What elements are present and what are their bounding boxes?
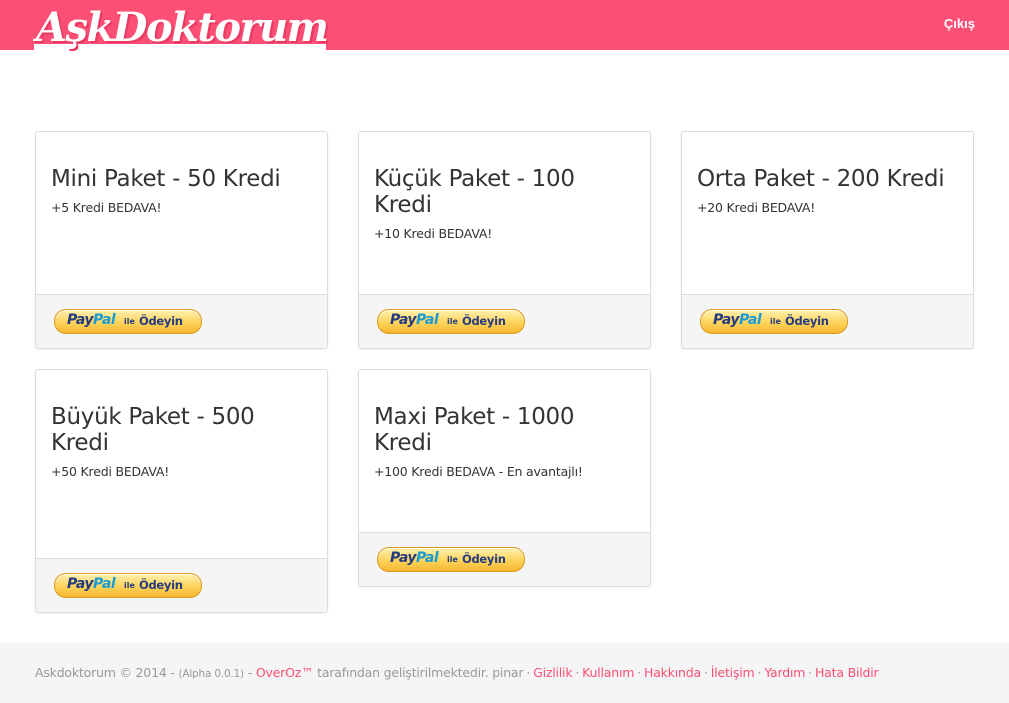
- card-footer: PayPal ile Ödeyin: [359, 532, 650, 586]
- paypal-pay-button[interactable]: PayPal ile Ödeyin: [377, 547, 525, 572]
- paypal-logo-pal: Pal: [93, 576, 116, 592]
- package-bonus: +20 Kredi BEDAVA!: [697, 200, 816, 215]
- footer-separator: ·: [575, 665, 580, 680]
- card-body: Büyük Paket - 500 Kredi +50 Kredi BEDAVA…: [36, 370, 327, 479]
- paypal-logo-pay: Pay: [67, 576, 94, 592]
- logout-link[interactable]: Çıkış: [944, 16, 975, 31]
- paypal-action-text: Ödeyin: [785, 314, 829, 328]
- package-title: Maxi Paket - 1000 Kredi: [374, 404, 575, 456]
- package-card-maxi: Maxi Paket - 1000 Kredi +100 Kredi BEDAV…: [358, 369, 651, 587]
- footer-separator: ·: [637, 665, 642, 680]
- paypal-logo: PayPal: [67, 576, 116, 592]
- paypal-ile-text: ile: [447, 555, 458, 564]
- footer-separator: ·: [526, 665, 531, 680]
- card-body: Mini Paket - 50 Kredi +5 Kredi BEDAVA!: [36, 132, 327, 215]
- top-navbar: AşkDoktorum Çıkış: [0, 0, 1009, 54]
- package-title: Küçük Paket - 100 Kredi: [374, 166, 575, 218]
- paypal-action-text: Ödeyin: [139, 314, 183, 328]
- card-footer: PayPal ile Ödeyin: [359, 294, 650, 348]
- package-bonus: +50 Kredi BEDAVA!: [51, 464, 170, 479]
- paypal-pay-button[interactable]: PayPal ile Ödeyin: [700, 309, 848, 334]
- paypal-logo-pay: Pay: [67, 312, 94, 328]
- footer-separator: ·: [757, 665, 762, 680]
- package-card-kucuk: Küçük Paket - 100 Kredi +10 Kredi BEDAVA…: [358, 131, 651, 349]
- package-bonus: +5 Kredi BEDAVA!: [51, 200, 162, 215]
- card-footer: PayPal ile Ödeyin: [682, 294, 973, 348]
- paypal-logo: PayPal: [390, 550, 439, 566]
- card-body: Orta Paket - 200 Kredi +20 Kredi BEDAVA!: [682, 132, 973, 215]
- package-title: Mini Paket - 50 Kredi: [51, 166, 281, 192]
- footer-link-about[interactable]: Hakkında: [644, 665, 701, 680]
- paypal-action-text: Ödeyin: [139, 578, 183, 592]
- footer-developer-link[interactable]: OverOz™: [256, 665, 314, 680]
- paypal-ile-text: ile: [124, 317, 135, 326]
- paypal-pay-button[interactable]: PayPal ile Ödeyin: [377, 309, 525, 334]
- footer-link-help[interactable]: Yardım: [764, 665, 805, 680]
- paypal-action-text: Ödeyin: [462, 314, 506, 328]
- paypal-logo: PayPal: [390, 312, 439, 328]
- paypal-pay-button[interactable]: PayPal ile Ödeyin: [54, 573, 202, 598]
- footer-dash: -: [243, 665, 256, 680]
- paypal-ile-text: ile: [770, 317, 781, 326]
- paypal-logo-pal: Pal: [416, 312, 439, 328]
- package-card-buyuk: Büyük Paket - 500 Kredi +50 Kredi BEDAVA…: [35, 369, 328, 613]
- footer-link-contact[interactable]: İletişim: [711, 665, 755, 680]
- paypal-ile-text: ile: [447, 317, 458, 326]
- paypal-logo: PayPal: [67, 312, 116, 328]
- package-card-orta: Orta Paket - 200 Kredi +20 Kredi BEDAVA!…: [681, 131, 974, 349]
- package-card-mini: Mini Paket - 50 Kredi +5 Kredi BEDAVA! P…: [35, 131, 328, 349]
- paypal-logo-pal: Pal: [416, 550, 439, 566]
- site-logo[interactable]: AşkDoktorum: [36, 4, 329, 52]
- paypal-ile-text: ile: [124, 581, 135, 590]
- paypal-logo-pay: Pay: [713, 312, 740, 328]
- paypal-logo: PayPal: [713, 312, 762, 328]
- paypal-action-text: Ödeyin: [462, 552, 506, 566]
- package-bonus: +100 Kredi BEDAVA - En avantajlı!: [374, 464, 583, 479]
- paypal-logo-pay: Pay: [390, 550, 417, 566]
- footer-link-report-bug[interactable]: Hata Bildir: [815, 665, 879, 680]
- package-title: Büyük Paket - 500 Kredi: [51, 404, 255, 456]
- card-footer: PayPal ile Ödeyin: [36, 294, 327, 348]
- footer-link-privacy[interactable]: Gizlilik: [533, 665, 572, 680]
- page-footer: Askdoktorum © 2014 - (Alpha 0.0.1) - Ove…: [0, 643, 1009, 703]
- footer-copyright: Askdoktorum © 2014 -: [35, 665, 179, 680]
- package-title: Orta Paket - 200 Kredi: [697, 166, 945, 192]
- package-bonus: +10 Kredi BEDAVA!: [374, 226, 493, 241]
- footer-developed-text: tarafından geliştirilmektedir. pinar: [313, 665, 524, 680]
- card-body: Küçük Paket - 100 Kredi +10 Kredi BEDAVA…: [359, 132, 650, 241]
- paypal-pay-button[interactable]: PayPal ile Ödeyin: [54, 309, 202, 334]
- paypal-logo-pal: Pal: [739, 312, 762, 328]
- footer-separator: ·: [703, 665, 708, 680]
- footer-link-terms[interactable]: Kullanım: [582, 665, 634, 680]
- footer-version: (Alpha 0.0.1): [178, 668, 244, 680]
- paypal-logo-pal: Pal: [93, 312, 116, 328]
- card-footer: PayPal ile Ödeyin: [36, 558, 327, 612]
- card-body: Maxi Paket - 1000 Kredi +100 Kredi BEDAV…: [359, 370, 650, 479]
- paypal-logo-pay: Pay: [390, 312, 417, 328]
- footer-separator: ·: [808, 665, 812, 680]
- footer-text: Askdoktorum © 2014 - (Alpha 0.0.1) - Ove…: [35, 665, 879, 680]
